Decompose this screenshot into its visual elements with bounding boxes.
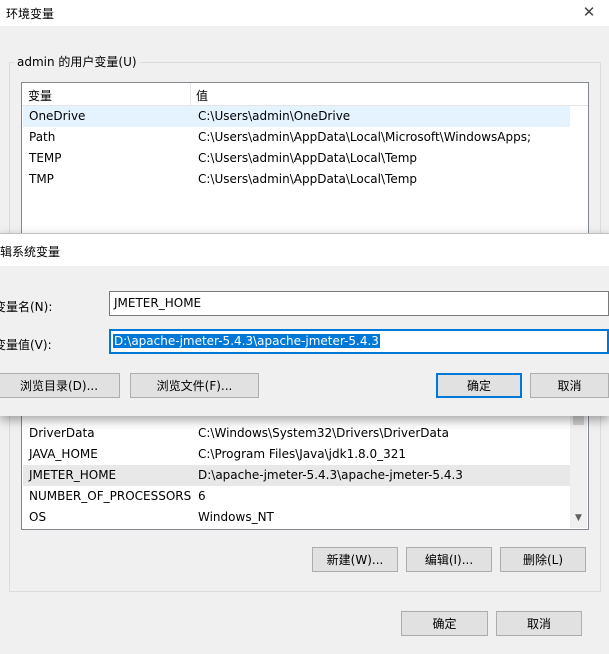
row-value: C:\Users\admin\AppData\Local\Temp — [198, 172, 418, 186]
browse-file-button[interactable]: 浏览文件(F)... — [130, 373, 259, 398]
row-value: Windows_NT — [198, 510, 274, 524]
row-name: JAVA_HOME — [29, 447, 98, 461]
row-value: C:\Users\admin\AppData\Local\Microsoft\W… — [198, 130, 531, 144]
ok-button[interactable]: 确定 — [401, 611, 488, 636]
edit-cancel-button[interactable]: 取消 — [530, 373, 609, 398]
browse-directory-button[interactable]: 浏览目录(D)... — [0, 373, 120, 398]
row-value: D:\apache-jmeter-5.4.3\apache-jmeter-5.4… — [198, 468, 463, 482]
new-button[interactable]: 新建(W)... — [312, 547, 398, 572]
edit-ok-button[interactable]: 确定 — [436, 373, 522, 398]
vertical-scrollbar[interactable]: ▼ — [570, 401, 587, 528]
list-header: 变量 值 — [22, 83, 588, 106]
window-title: 环境变量 — [6, 7, 55, 21]
scrollbar-thumb[interactable] — [573, 415, 584, 425]
edit-variable-dialog: 辑系统变量 变量名(N): JMETER_HOME 变量值(V): D:\apa… — [0, 233, 609, 416]
table-row[interactable]: JMETER_HOME D:\apache-jmeter-5.4.3\apach… — [23, 465, 570, 486]
user-vars-group-label: admin 的用户变量(U) — [14, 53, 140, 70]
scroll-down-arrow-icon[interactable]: ▼ — [570, 513, 587, 523]
system-vars-list[interactable]: DriverData C:\Windows\System32\Drivers\D… — [21, 400, 589, 530]
edit-dialog-title-bar: 辑系统变量 — [0, 234, 609, 266]
table-row[interactable]: Path C:\Users\admin\AppData\Local\Micros… — [23, 127, 570, 148]
variable-name-value: JMETER_HOME — [114, 296, 202, 310]
column-header-value[interactable]: 值 — [196, 87, 208, 104]
table-row[interactable]: JAVA_HOME C:\Program Files\Java\jdk1.8.0… — [23, 444, 570, 465]
variable-value-input[interactable]: D:\apache-jmeter-5.4.3\apache-jmeter-5.4… — [109, 329, 609, 354]
row-name: JMETER_HOME — [29, 468, 117, 482]
table-row[interactable]: DriverData C:\Windows\System32\Drivers\D… — [23, 423, 570, 444]
row-name: NUMBER_OF_PROCESSORS — [29, 489, 192, 503]
table-row[interactable]: OneDrive C:\Users\admin\OneDrive — [23, 106, 570, 127]
table-row[interactable]: OS Windows_NT — [23, 507, 570, 528]
row-name: OneDrive — [29, 109, 86, 123]
row-name: TMP — [29, 172, 54, 186]
row-value: C:\Users\admin\AppData\Local\Temp — [198, 151, 418, 165]
close-icon[interactable]: ✕ — [574, 1, 604, 23]
edit-dialog-title: 辑系统变量 — [0, 245, 61, 259]
edit-button[interactable]: 编辑(I)... — [406, 547, 492, 572]
row-name: Path — [29, 130, 56, 144]
variable-value-selected-text: D:\apache-jmeter-5.4.3\apache-jmeter-5.4… — [113, 334, 380, 348]
row-name: OS — [29, 510, 47, 524]
table-row[interactable]: NUMBER_OF_PROCESSORS 6 — [23, 486, 570, 507]
row-name: TEMP — [29, 151, 62, 165]
table-row[interactable]: TEMP C:\Users\admin\AppData\Local\Temp — [23, 148, 570, 169]
row-value: 6 — [198, 489, 206, 503]
variable-name-label: 变量名(N): — [0, 300, 53, 314]
variable-value-label: 变量值(V): — [0, 338, 52, 352]
row-value: C:\Program Files\Java\jdk1.8.0_321 — [198, 447, 407, 461]
column-divider[interactable] — [190, 83, 191, 105]
column-header-variable[interactable]: 变量 — [28, 87, 52, 104]
user-vars-list[interactable]: 变量 值 OneDrive C:\Users\admin\OneDrive Pa… — [21, 82, 589, 244]
delete-button[interactable]: 删除(L) — [500, 547, 586, 572]
row-value: C:\Users\admin\OneDrive — [198, 109, 351, 123]
window-title-bar: 环境变量 ✕ — [0, 0, 609, 26]
row-name: DriverData — [29, 426, 95, 440]
variable-name-input[interactable]: JMETER_HOME — [109, 291, 609, 316]
table-row[interactable]: TMP C:\Users\admin\AppData\Local\Temp — [23, 169, 570, 190]
row-value: C:\Windows\System32\Drivers\DriverData — [198, 426, 449, 440]
cancel-button[interactable]: 取消 — [496, 611, 582, 636]
